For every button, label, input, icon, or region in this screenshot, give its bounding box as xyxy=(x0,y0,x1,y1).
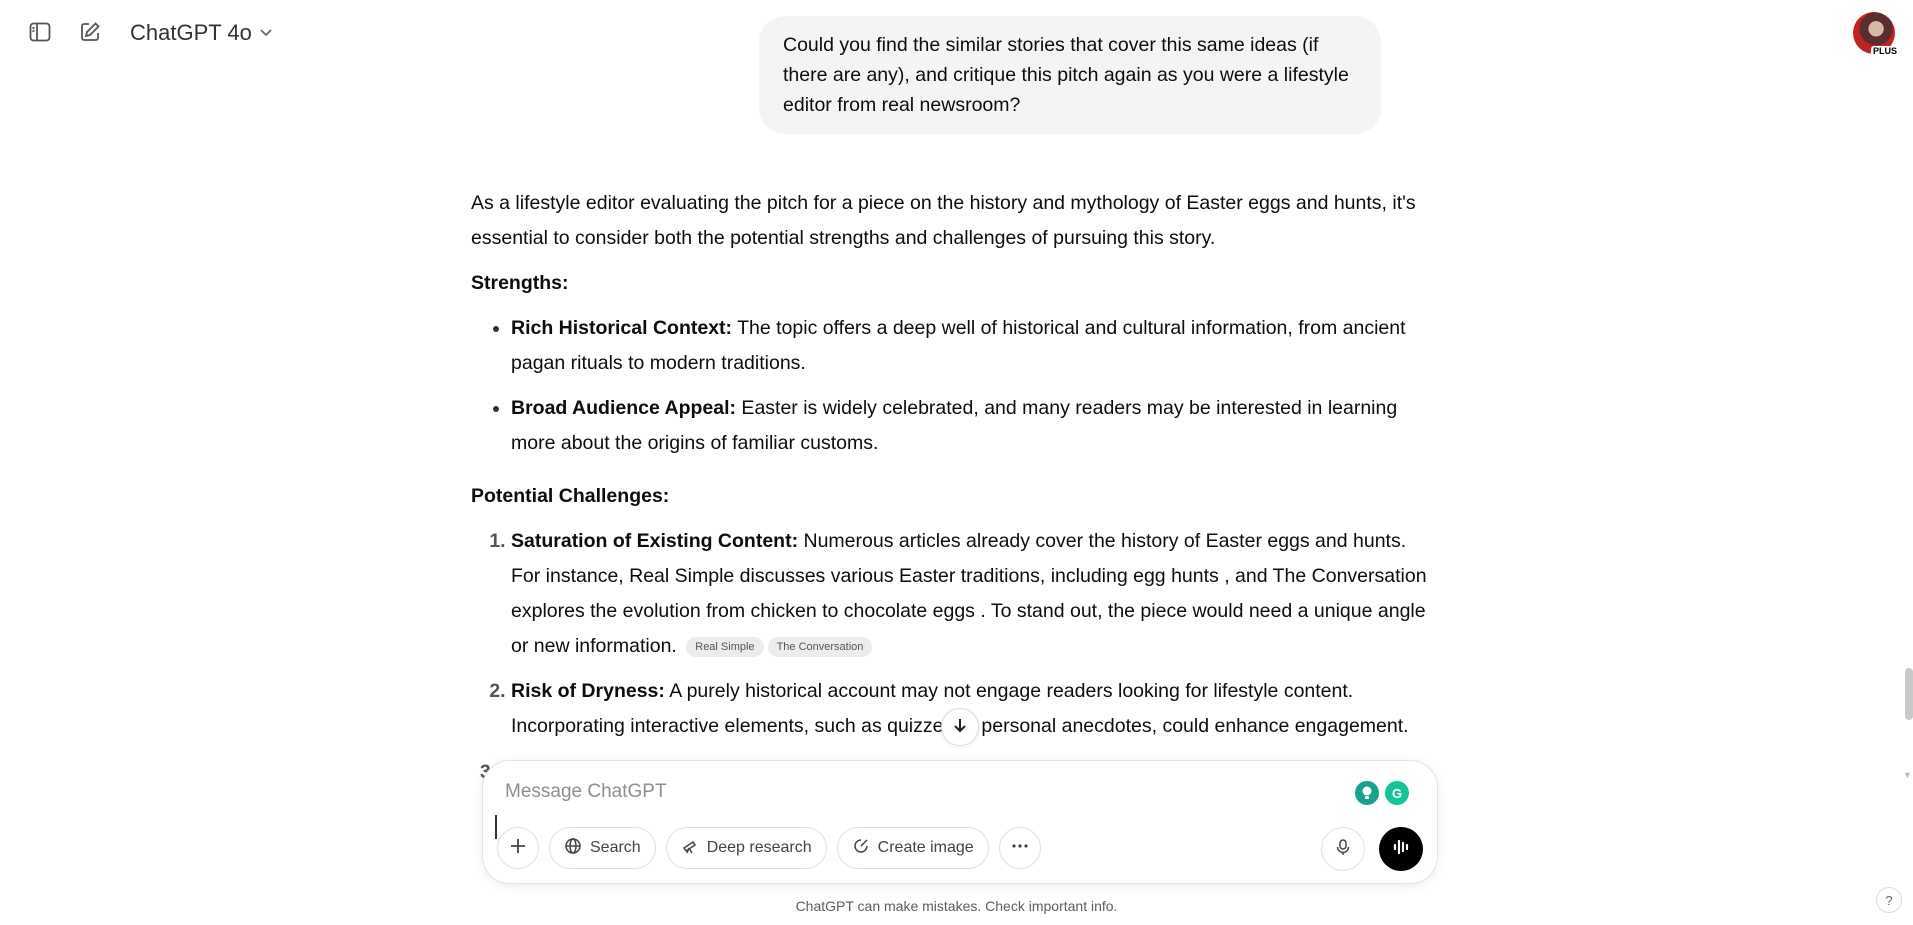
more-icon xyxy=(1011,837,1029,860)
deep-research-button[interactable]: Deep research xyxy=(665,827,827,869)
model-selector[interactable]: ChatGPT 4o xyxy=(130,20,274,46)
more-tools-button[interactable] xyxy=(998,827,1041,869)
create-image-label: Create image xyxy=(877,839,974,856)
item-title: Risk of Dryness: xyxy=(511,680,665,702)
item-title: Broad Audience Appeal: xyxy=(511,397,737,419)
list-item: Saturation of Existing Content: Numerous… xyxy=(511,524,1431,664)
scrollbar-down-arrow-icon[interactable]: ▼ xyxy=(1903,770,1912,780)
microphone-icon xyxy=(1334,838,1352,861)
avatar[interactable]: PLUS xyxy=(1853,12,1899,56)
new-chat-icon[interactable] xyxy=(76,18,104,46)
message-input[interactable]: Message ChatGPT xyxy=(505,781,667,803)
scrollbar[interactable] xyxy=(1905,668,1913,720)
strengths-heading: Strengths: xyxy=(471,272,569,294)
response-intro: As a lifestyle editor evaluating the pit… xyxy=(471,192,1416,249)
attach-button[interactable] xyxy=(497,827,539,869)
list-item: Rich Historical Context: The topic offer… xyxy=(511,311,1431,381)
voice-mode-button[interactable] xyxy=(1379,827,1423,871)
plus-badge: PLUS xyxy=(1870,46,1899,56)
model-name: ChatGPT 4o xyxy=(130,20,252,45)
strengths-list: Rich Historical Context: The topic offer… xyxy=(471,311,1431,461)
plus-icon xyxy=(509,837,527,860)
citation-the-conversation[interactable]: The Conversation xyxy=(767,636,873,657)
assistant-response: As a lifestyle editor evaluating the pit… xyxy=(471,186,1431,762)
chevron-down-icon xyxy=(258,20,274,46)
user-message: Could you find the similar stories that … xyxy=(759,16,1381,134)
deep-research-label: Deep research xyxy=(706,839,812,856)
create-image-button[interactable]: Create image xyxy=(836,827,989,869)
scroll-to-bottom-button[interactable] xyxy=(941,708,979,746)
item-title: Saturation of Existing Content: xyxy=(511,530,799,552)
item-title: Rich Historical Context: xyxy=(511,317,733,339)
citation-real-simple[interactable]: Real Simple xyxy=(686,636,764,657)
list-item: Broad Audience Appeal: Easter is widely … xyxy=(511,391,1431,461)
sidebar-toggle-icon[interactable] xyxy=(26,18,54,46)
search-button[interactable]: Search xyxy=(549,827,656,869)
grammarly-icon[interactable]: G xyxy=(1385,781,1409,805)
dictate-button[interactable] xyxy=(1321,827,1365,871)
telescope-icon xyxy=(681,837,699,860)
globe-icon xyxy=(564,837,582,860)
arrow-down-icon xyxy=(951,716,969,739)
grammarly-lightbulb-icon[interactable] xyxy=(1355,781,1379,805)
disclaimer: ChatGPT can make mistakes. Check importa… xyxy=(795,898,1118,914)
image-brush-icon xyxy=(852,837,870,860)
message-composer[interactable]: Message ChatGPT G Search Deep research C… xyxy=(482,760,1438,884)
challenges-heading: Potential Challenges: xyxy=(471,485,670,507)
waveform-icon xyxy=(1391,837,1411,862)
help-button[interactable]: ? xyxy=(1876,887,1902,913)
search-button-label: Search xyxy=(590,839,641,856)
